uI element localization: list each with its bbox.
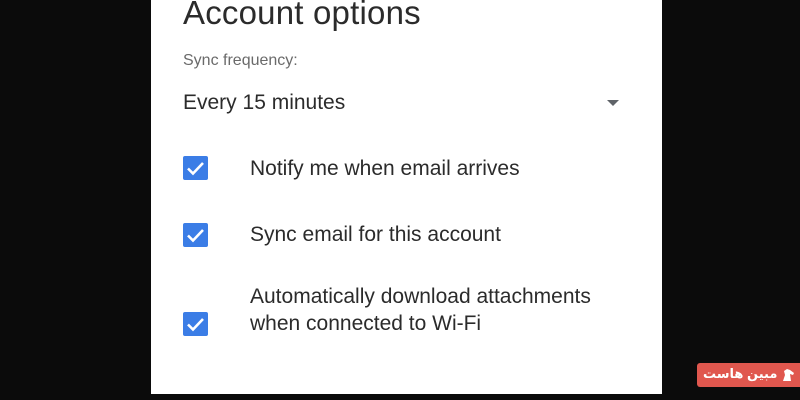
sync-frequency-label: Sync frequency:: [183, 52, 298, 69]
auto-download-checkbox[interactable]: [183, 312, 208, 336]
checkmark-icon: [187, 229, 204, 243]
sync-frequency-value: Every 15 minutes: [183, 91, 346, 114]
notify-checkbox[interactable]: [183, 156, 208, 180]
checkmark-icon: [187, 162, 204, 176]
option-sync-email[interactable]: Sync email for this account: [183, 221, 623, 248]
option-auto-download[interactable]: Automatically download attachments when …: [183, 283, 623, 364]
notify-label: Notify me when email arrives: [250, 157, 520, 180]
sync-email-label: Sync email for this account: [250, 223, 501, 246]
watermark-badge: مبين هاست: [697, 363, 800, 387]
option-notify-email[interactable]: Notify me when email arrives: [183, 155, 623, 182]
checkmark-icon: [187, 318, 204, 332]
horse-logo-icon: [781, 367, 797, 386]
watermark-text: مبين هاست: [703, 366, 778, 381]
page-title: Account options: [183, 0, 421, 31]
auto-download-label: Automatically download attachments when …: [250, 285, 591, 335]
dropdown-arrow-icon: [607, 100, 619, 106]
sync-email-checkbox[interactable]: [183, 223, 208, 247]
account-options-panel: Account options Sync frequency: Every 15…: [151, 0, 662, 394]
sync-frequency-dropdown[interactable]: Every 15 minutes: [183, 88, 619, 122]
